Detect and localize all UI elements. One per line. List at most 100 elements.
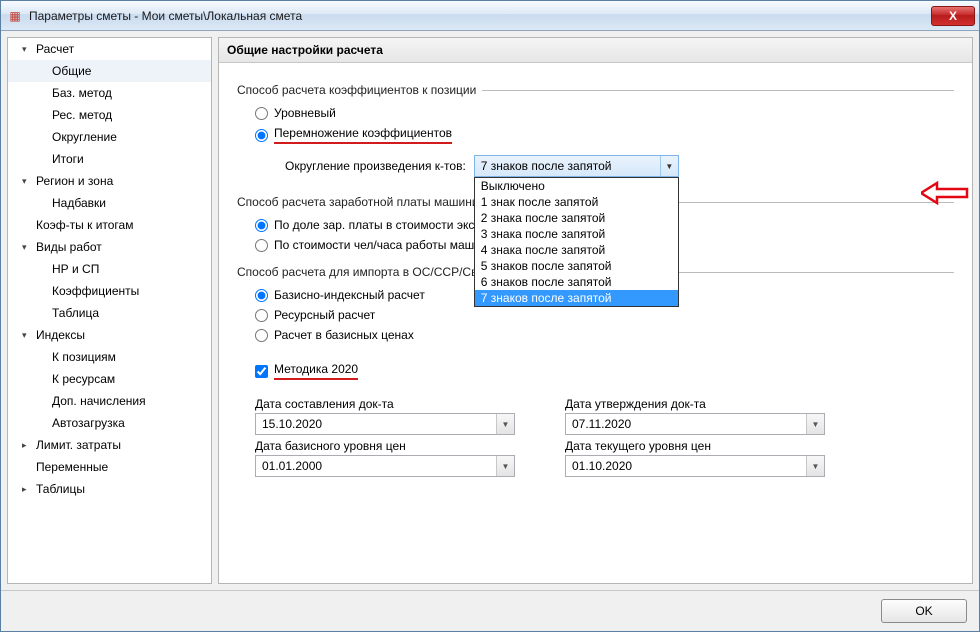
tree-label: Автозагрузка xyxy=(52,416,125,430)
tree-label: Рес. метод xyxy=(52,108,112,122)
dropdown-option[interactable]: 4 знака после запятой xyxy=(475,242,678,258)
radio-input[interactable] xyxy=(255,129,268,142)
app-icon: ▦ xyxy=(7,8,23,24)
group-legend: Способ расчета заработной платы машинист… xyxy=(237,195,509,209)
tree-label: Индексы xyxy=(36,328,85,342)
checkbox-input[interactable] xyxy=(255,365,268,378)
chevron-down-icon: ▼ xyxy=(496,414,514,434)
chevron-down-icon: ▼ xyxy=(496,456,514,476)
radio-input[interactable] xyxy=(255,309,268,322)
caret-down-icon: ▾ xyxy=(22,176,36,187)
radio-multiply[interactable]: Перемножение коэффициентов xyxy=(237,123,954,147)
method2020-checkbox[interactable]: Методика 2020 xyxy=(237,359,954,383)
date-input[interactable]: 07.11.2020 ▼ xyxy=(565,413,825,435)
radio-import-baseprice[interactable]: Расчет в базисных ценах xyxy=(237,325,954,345)
date-compose: Дата составления док-та 15.10.2020 ▼ xyxy=(255,397,515,435)
titlebar: ▦ Параметры сметы - Мои сметы\Локальная … xyxy=(1,1,979,31)
tree-item[interactable]: ▾Виды работ xyxy=(8,236,211,258)
dropdown-option[interactable]: Выключено xyxy=(475,178,678,194)
tree-item[interactable]: Коэффициенты xyxy=(8,280,211,302)
date-input[interactable]: 01.10.2020 ▼ xyxy=(565,455,825,477)
date-base: Дата базисного уровня цен 01.01.2000 ▼ xyxy=(255,439,515,477)
radio-input[interactable] xyxy=(255,239,268,252)
tree-label: Баз. метод xyxy=(52,86,112,100)
dates-grid: Дата составления док-та 15.10.2020 ▼ Дат… xyxy=(237,393,954,477)
close-button[interactable]: X xyxy=(931,6,975,26)
tree-item[interactable]: Коэф-ты к итогам xyxy=(8,214,211,236)
tree-label: Таблица xyxy=(52,306,99,320)
dropdown-option[interactable]: 3 знака после запятой xyxy=(475,226,678,242)
tree-item[interactable]: Автозагрузка xyxy=(8,412,211,434)
tree-item[interactable]: Общие xyxy=(8,60,211,82)
tree-item[interactable]: Надбавки xyxy=(8,192,211,214)
date-label: Дата утверждения док-та xyxy=(565,397,825,411)
group-legend: Способ расчета коэффициентов к позиции xyxy=(237,83,482,97)
date-value: 01.10.2020 xyxy=(572,459,632,473)
tree-item[interactable]: Округление xyxy=(8,126,211,148)
radio-input[interactable] xyxy=(255,107,268,120)
main-header: Общие настройки расчета xyxy=(219,38,972,63)
tree-item[interactable]: Таблица xyxy=(8,302,211,324)
tree-item[interactable]: НР и СП xyxy=(8,258,211,280)
radio-input[interactable] xyxy=(255,289,268,302)
tree-item[interactable]: Доп. начисления xyxy=(8,390,211,412)
radio-input[interactable] xyxy=(255,329,268,342)
tree-item[interactable]: Рес. метод xyxy=(8,104,211,126)
main-body: Способ расчета коэффициентов к позиции У… xyxy=(219,63,972,487)
tree-item[interactable]: ▾Индексы xyxy=(8,324,211,346)
date-label: Дата текущего уровня цен xyxy=(565,439,825,453)
dropdown-option[interactable]: 7 знаков после запятой xyxy=(475,290,678,306)
tree-item[interactable]: Переменные xyxy=(8,456,211,478)
dropdown-option[interactable]: 5 знаков после запятой xyxy=(475,258,678,274)
date-value: 01.01.2000 xyxy=(262,459,322,473)
chevron-down-icon: ▼ xyxy=(806,414,824,434)
chevron-down-icon: ▼ xyxy=(660,156,678,176)
content-area: ▾Расчет Общие Баз. метод Рес. метод Окру… xyxy=(1,31,979,590)
date-input[interactable]: 01.01.2000 ▼ xyxy=(255,455,515,477)
dialog-footer: OK xyxy=(1,590,979,631)
chevron-down-icon: ▼ xyxy=(806,456,824,476)
tree-item[interactable]: ▾Регион и зона xyxy=(8,170,211,192)
tree-label: Общие xyxy=(52,64,91,78)
caret-right-icon: ▸ xyxy=(22,484,36,495)
tree-label: Расчет xyxy=(36,42,74,56)
radio-import-resource[interactable]: Ресурсный расчет xyxy=(237,305,954,325)
rounding-combobox[interactable]: 7 знаков после запятой ▼ xyxy=(474,155,679,177)
tree-label: Переменные xyxy=(36,460,108,474)
tree-item[interactable]: ▸Таблицы xyxy=(8,478,211,500)
tree-label: Доп. начисления xyxy=(52,394,146,408)
window-title: Параметры сметы - Мои сметы\Локальная см… xyxy=(29,9,931,23)
dropdown-option[interactable]: 1 знак после запятой xyxy=(475,194,678,210)
dropdown-option[interactable]: 2 знака после запятой xyxy=(475,210,678,226)
rounding-row: Округление произведения к-тов: 7 знаков … xyxy=(237,147,954,185)
dropdown-option[interactable]: 6 знаков после запятой xyxy=(475,274,678,290)
ok-button[interactable]: OK xyxy=(881,599,967,623)
tree-item[interactable]: ▾Расчет xyxy=(8,38,211,60)
tree-label: Коэф-ты к итогам xyxy=(36,218,133,232)
rounding-dropdown[interactable]: Выключено 1 знак после запятой 2 знака п… xyxy=(474,177,679,307)
radio-label: Уровневый xyxy=(274,106,336,120)
caret-down-icon: ▾ xyxy=(22,330,36,341)
caret-down-icon: ▾ xyxy=(22,242,36,253)
dialog-window: ▦ Параметры сметы - Мои сметы\Локальная … xyxy=(0,0,980,632)
tree-label: Таблицы xyxy=(36,482,85,496)
caret-right-icon: ▸ xyxy=(22,440,36,451)
coef-method-group: Способ расчета коэффициентов к позиции У… xyxy=(237,83,954,185)
date-input[interactable]: 15.10.2020 ▼ xyxy=(255,413,515,435)
radio-level[interactable]: Уровневый xyxy=(237,103,954,123)
tree-item[interactable]: ▸Лимит. затраты xyxy=(8,434,211,456)
checkbox-label: Методика 2020 xyxy=(274,362,358,380)
radio-label: Ресурсный расчет xyxy=(274,308,375,322)
tree-label: Коэффициенты xyxy=(52,284,139,298)
date-approve: Дата утверждения док-та 07.11.2020 ▼ xyxy=(565,397,825,435)
tree-item[interactable]: Баз. метод xyxy=(8,82,211,104)
tree-item[interactable]: Итоги xyxy=(8,148,211,170)
radio-input[interactable] xyxy=(255,219,268,232)
tree-item[interactable]: К ресурсам xyxy=(8,368,211,390)
tree-item[interactable]: К позициям xyxy=(8,346,211,368)
nav-tree[interactable]: ▾Расчет Общие Баз. метод Рес. метод Окру… xyxy=(7,37,212,584)
tree-label: К позициям xyxy=(52,350,116,364)
rounding-label: Округление произведения к-тов: xyxy=(285,159,466,173)
combo-value: 7 знаков после запятой xyxy=(481,159,612,173)
ok-label: OK xyxy=(915,604,932,618)
